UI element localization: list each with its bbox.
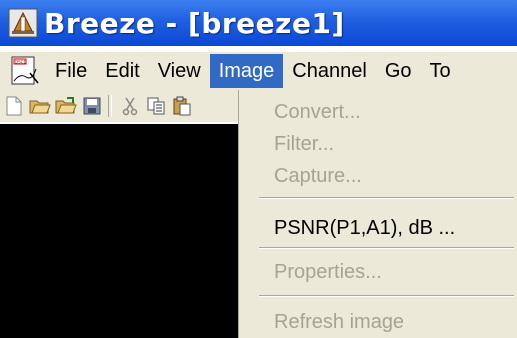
menu-item-convert[interactable]: Convert... xyxy=(239,96,517,128)
cut-icon[interactable] xyxy=(118,94,142,118)
window-title: Breeze - [breeze1] xyxy=(44,6,345,40)
menu-item-refresh-image[interactable]: Refresh image xyxy=(239,306,517,338)
menu-edit[interactable]: Edit xyxy=(96,54,148,88)
copy-icon[interactable] xyxy=(144,94,168,118)
menu-separator xyxy=(259,197,514,199)
image-menu-dropdown: Convert... Filter... Capture... PSNR(P1,… xyxy=(238,90,517,338)
app-icon[interactable] xyxy=(8,7,38,39)
toolbar xyxy=(0,90,240,122)
menu-go[interactable]: Go xyxy=(376,54,421,88)
menu-item-filter[interactable]: Filter... xyxy=(239,128,517,160)
menu-tools[interactable]: To xyxy=(421,54,460,88)
menu-bar: DSC1 File Edit View Image Channel Go To xyxy=(0,52,517,90)
open-folder-green-icon[interactable] xyxy=(54,94,78,118)
menu-separator xyxy=(259,295,514,297)
save-icon[interactable] xyxy=(80,94,104,118)
menu-separator xyxy=(259,247,514,249)
menu-item-capture[interactable]: Capture... xyxy=(239,160,517,192)
title-bar[interactable]: Breeze - [breeze1] xyxy=(0,0,517,46)
document-icon[interactable]: DSC1 xyxy=(8,55,40,87)
svg-text:DSC1: DSC1 xyxy=(15,60,26,65)
paste-icon[interactable] xyxy=(170,94,194,118)
menu-item-properties[interactable]: Properties... xyxy=(239,256,517,288)
menu-item-psnr[interactable]: PSNR(P1,A1), dB ... xyxy=(239,212,517,244)
new-file-icon[interactable] xyxy=(2,94,26,118)
menu-image[interactable]: Image xyxy=(209,54,284,88)
menu-view[interactable]: View xyxy=(149,54,210,88)
menu-channel[interactable]: Channel xyxy=(283,54,376,88)
image-canvas[interactable] xyxy=(0,124,240,338)
open-folder-icon[interactable] xyxy=(28,94,52,118)
toolbar-separator xyxy=(108,95,112,117)
menu-file[interactable]: File xyxy=(46,54,96,88)
